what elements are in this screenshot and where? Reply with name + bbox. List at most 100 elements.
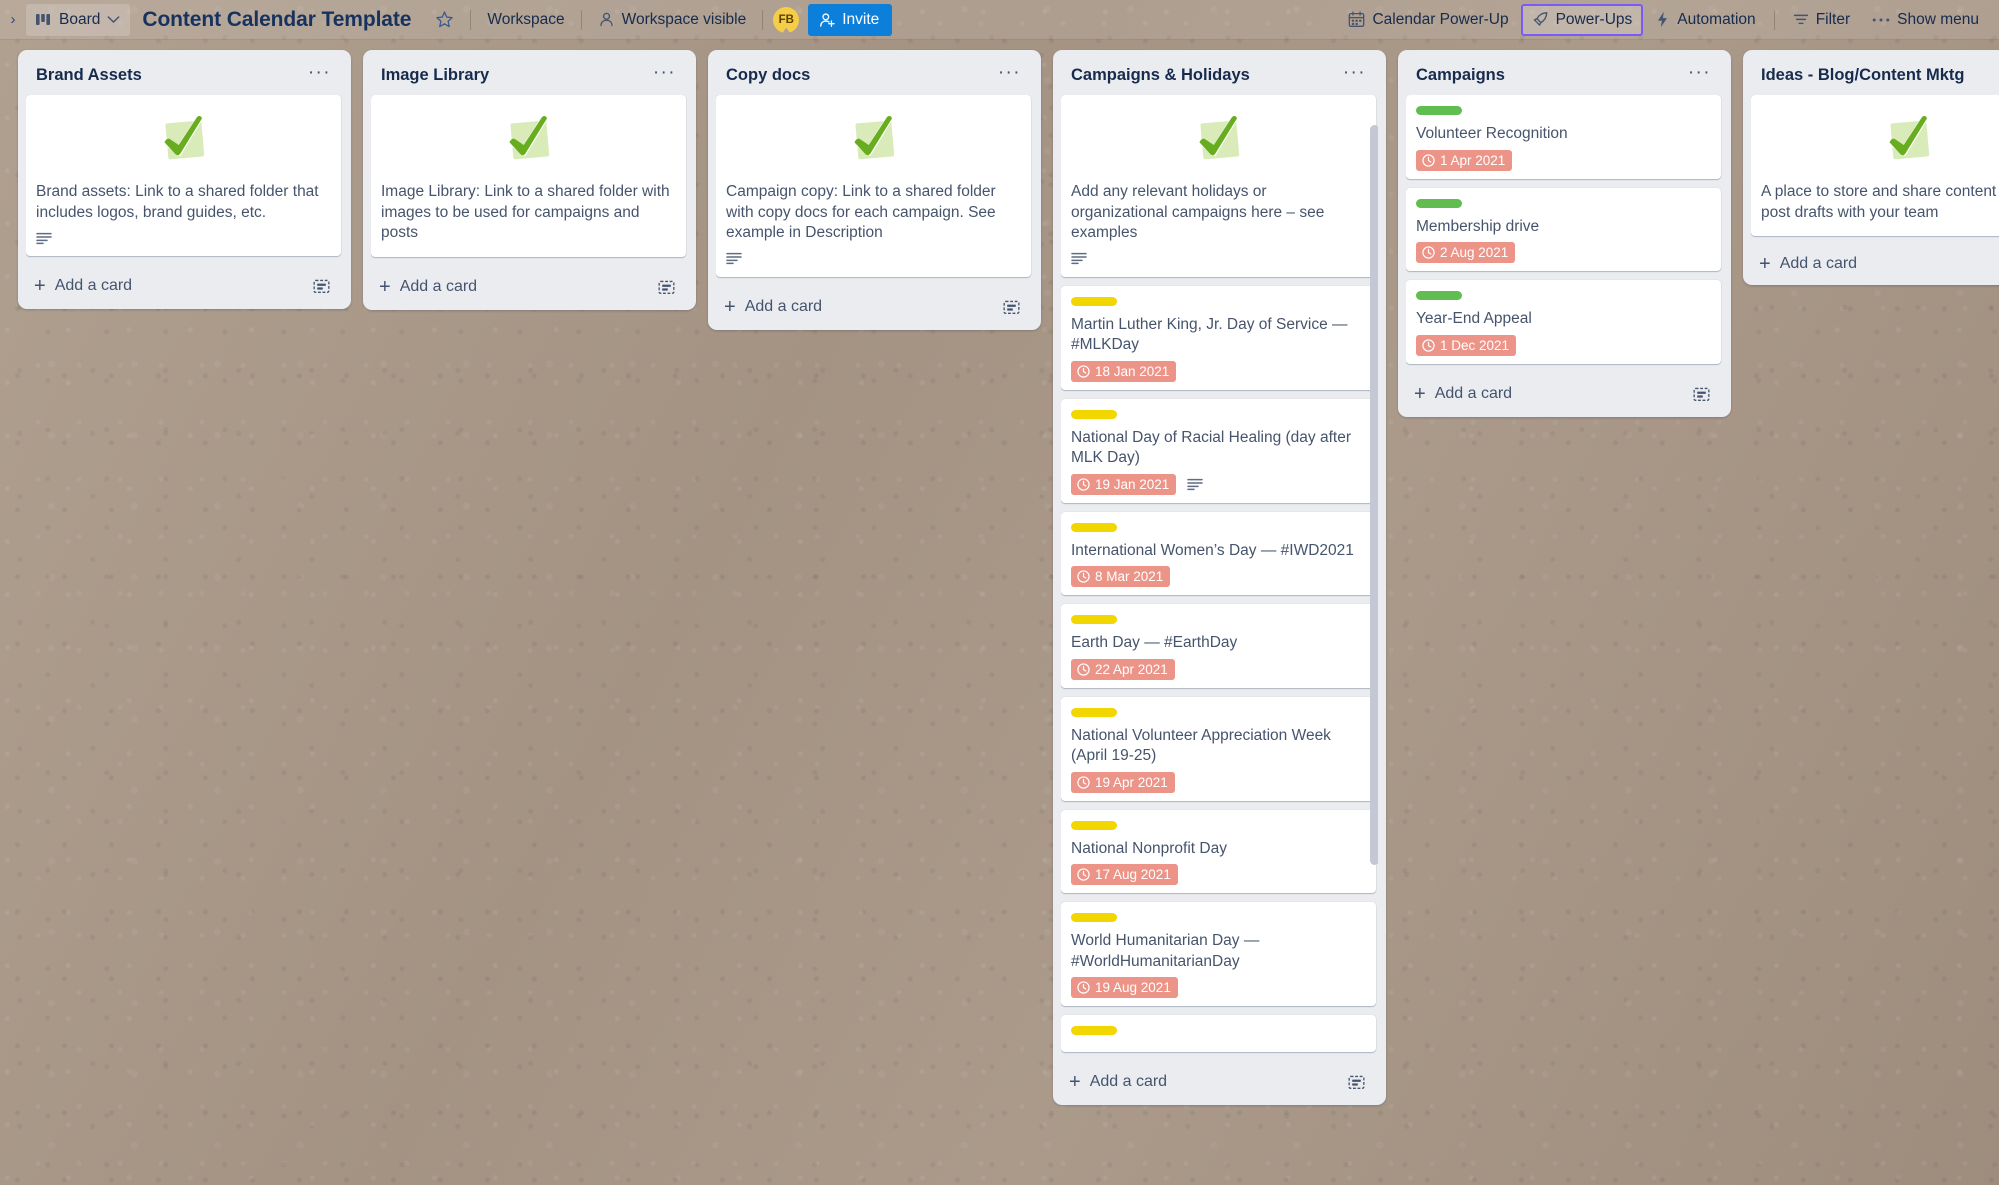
visibility-button[interactable]: Workspace visible (588, 4, 757, 36)
ellipsis-icon (1872, 17, 1890, 23)
invite-label: Invite (842, 10, 880, 28)
board-card[interactable]: Year-End Appeal 1 Dec 2021 (1406, 280, 1721, 364)
list-actions-menu[interactable]: ··· (647, 63, 682, 85)
add-card-button[interactable]: + Add a card (716, 286, 1033, 330)
board-card[interactable]: National Day of Racial Healing (day afte… (1061, 398, 1376, 503)
clock-icon (1077, 775, 1090, 789)
add-card-button[interactable]: + Add a card (371, 266, 688, 310)
due-date-badge[interactable]: 18 Jan 2021 (1071, 360, 1177, 382)
sidebar-expand-arrow[interactable]: › (0, 0, 26, 39)
powerups-button[interactable]: Power-Ups (1520, 3, 1644, 36)
avatar[interactable]: FB (773, 6, 800, 33)
board-card[interactable]: Earth Day — #EarthDay 22 Apr 2021 (1061, 604, 1376, 688)
board-card[interactable]: International Women’s Day — #IWD2021 8 M… (1061, 511, 1376, 595)
page-title: Content Calendar Template (142, 7, 412, 31)
due-date-badge[interactable]: 17 Aug 2021 (1071, 864, 1178, 885)
card-template-icon[interactable] (655, 276, 678, 298)
clock-icon (1422, 153, 1435, 167)
card-badges: 17 Aug 2021 (1071, 864, 1366, 885)
list-scrollbar-thumb[interactable] (1370, 125, 1378, 865)
board-card[interactable]: Brand assets: Link to a shared folder th… (26, 95, 341, 256)
list-title[interactable]: Ideas - Blog/Content Mktg (1761, 66, 1999, 85)
due-date-badge[interactable]: 19 Aug 2021 (1071, 977, 1178, 998)
filter-icon (1793, 12, 1809, 27)
card-label[interactable] (1071, 707, 1117, 717)
due-date-badge[interactable]: 2 Aug 2021 (1416, 242, 1516, 263)
automation-button[interactable]: Automation (1645, 4, 1765, 36)
card-label[interactable] (1071, 522, 1117, 532)
card-label[interactable] (1416, 198, 1462, 208)
board-card[interactable]: Campaign copy: Link to a shared folder w… (716, 95, 1031, 277)
list-header: Campaigns ··· (1406, 58, 1723, 95)
list-actions-menu[interactable]: ··· (1682, 63, 1717, 85)
card-title: Membership drive (1416, 217, 1540, 235)
card-badges: 19 Apr 2021 (1071, 771, 1366, 793)
card-template-icon[interactable] (1345, 1071, 1368, 1093)
due-date-badge[interactable]: 8 Mar 2021 (1071, 566, 1171, 587)
card-template-icon[interactable] (1000, 296, 1023, 318)
card-label[interactable] (1071, 913, 1117, 922)
board-card[interactable]: Image Library: Link to a shared folder w… (371, 95, 686, 257)
add-card-button[interactable]: + Add a card (1061, 1061, 1378, 1105)
green-check-image (1183, 109, 1255, 175)
card-label[interactable] (1416, 291, 1462, 300)
show-menu-button[interactable]: Show menu (1862, 4, 1989, 36)
calendar-powerup-button[interactable]: Calendar Power-Up (1338, 4, 1518, 36)
due-date-badge[interactable]: 19 Apr 2021 (1071, 771, 1175, 793)
card-template-icon[interactable] (1690, 383, 1713, 405)
description-icon (1187, 478, 1204, 491)
list-title[interactable]: Image Library (381, 66, 647, 85)
card-label[interactable] (1071, 1026, 1117, 1035)
board-card[interactable]: A place to store and share content ideas… (1751, 95, 1999, 236)
card-label[interactable] (1071, 820, 1117, 830)
list-scrollbar[interactable] (1370, 97, 1378, 1059)
star-board-button[interactable] (425, 4, 464, 36)
card-label[interactable] (1071, 296, 1117, 306)
board-canvas: Brand Assets ··· Brand assets: Link to a … (0, 40, 1999, 1185)
list-actions-menu[interactable]: ··· (302, 63, 337, 85)
due-date-badge[interactable]: 22 Apr 2021 (1071, 658, 1175, 680)
board-card[interactable]: Volunteer Recognition 1 Apr 2021 (1406, 95, 1721, 179)
board-card[interactable]: World Humanitarian Day — #WorldHumanitar… (1061, 902, 1376, 1006)
list-title[interactable]: Campaigns (1416, 66, 1682, 85)
list-title[interactable]: Copy docs (726, 66, 992, 85)
workspace-button[interactable]: Workspace (477, 4, 574, 36)
due-date-badge[interactable]: 19 Jan 2021 (1071, 473, 1177, 495)
card-title: Image Library: Link to a shared folder w… (381, 183, 670, 241)
invite-button[interactable]: Invite (808, 3, 893, 36)
list-title[interactable]: Brand Assets (36, 66, 302, 85)
members-icon (598, 11, 615, 28)
board-card[interactable]: Membership drive 2 Aug 2021 (1406, 187, 1721, 271)
clock-icon (1077, 662, 1090, 676)
due-date-label: 17 Aug 2021 (1095, 867, 1171, 882)
board-card[interactable]: Martin Luther King, Jr. Day of Service —… (1061, 285, 1376, 390)
add-card-button[interactable]: + Add a card (26, 265, 343, 309)
due-date-badge[interactable]: 1 Apr 2021 (1416, 149, 1513, 171)
due-date-badge[interactable]: 1 Dec 2021 (1416, 334, 1517, 356)
card-label[interactable] (1071, 409, 1117, 419)
add-card-button[interactable]: + Add a card (1751, 245, 1999, 285)
list-title[interactable]: Campaigns & Holidays (1071, 66, 1337, 85)
board-card[interactable]: National Volunteer Appreciation Week (Ap… (1061, 696, 1376, 801)
card-template-icon[interactable] (310, 275, 333, 297)
green-check-image (493, 109, 565, 175)
board-view-switcher[interactable]: Board (26, 3, 131, 36)
card-label[interactable] (1416, 106, 1462, 115)
card-badges: 1 Apr 2021 (1416, 149, 1711, 171)
add-card-button[interactable]: + Add a card (1406, 373, 1723, 417)
board-card[interactable] (1061, 1015, 1376, 1052)
card-cover (1761, 104, 1999, 182)
card-label[interactable] (1071, 615, 1117, 624)
list-actions-menu[interactable]: ··· (992, 63, 1027, 85)
card-badges (1071, 249, 1366, 269)
board-card[interactable]: National Nonprofit Day 17 Aug 2021 (1061, 809, 1376, 893)
filter-button[interactable]: Filter (1783, 4, 1860, 36)
list-actions-menu[interactable]: ··· (1337, 63, 1372, 85)
description-icon (36, 232, 52, 245)
workspace-label: Workspace (487, 10, 565, 28)
automation-label: Automation (1677, 10, 1756, 28)
plus-icon: + (1069, 1071, 1081, 1093)
list-cards: Volunteer Recognition 1 Apr 2021 Members… (1406, 95, 1723, 373)
board-card[interactable]: Add any relevant holidays or organizatio… (1061, 95, 1376, 277)
bolt-icon (1655, 11, 1670, 28)
